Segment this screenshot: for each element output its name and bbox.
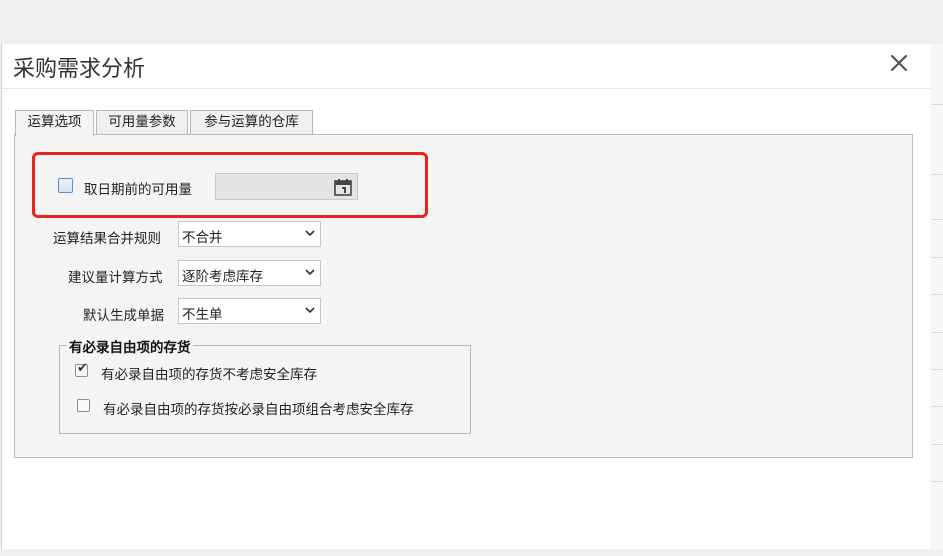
free-item-combo-safety-stock-checkbox[interactable] [77, 399, 90, 412]
background-top-bar [0, 0, 943, 44]
default-doc-label: 默认生成单据 [83, 308, 164, 324]
chevron-down-icon [305, 269, 315, 276]
merge-rule-value: 不合并 [182, 230, 223, 246]
tab-available-params[interactable]: 可用量参数 [96, 110, 188, 134]
tab-warehouses[interactable]: 参与运算的仓库 [190, 110, 313, 134]
free-item-no-safety-stock-label: 有必录自由项的存货不考虑安全库存 [101, 367, 317, 383]
date-input[interactable] [215, 173, 358, 200]
available-before-date-label: 取日期前的可用量 [84, 182, 192, 198]
purchase-demand-dialog: 采购需求分析 运算选项 可用量参数 参与运算的仓库 取日期前的可用量 运算结果合… [1, 44, 931, 549]
free-item-combo-safety-stock-label: 有必录自由项的存货按必录自由项组合考虑安全库存 [103, 402, 414, 418]
default-doc-value: 不生单 [182, 307, 223, 323]
close-icon [890, 54, 908, 72]
chevron-down-icon [305, 230, 315, 237]
free-item-groupbox [59, 345, 471, 434]
background-grid-strip [930, 44, 943, 549]
checkmark-icon: ✔ [77, 361, 88, 376]
tab-calc-options[interactable]: 运算选项 [15, 110, 94, 136]
title-divider [2, 88, 931, 89]
calc-method-value: 逐阶考虑库存 [182, 269, 263, 285]
calc-method-label: 建议量计算方式 [68, 270, 163, 286]
dialog-title: 采购需求分析 [13, 57, 146, 82]
background-bottom-bar [0, 549, 943, 556]
close-button[interactable] [886, 50, 912, 76]
merge-rule-select[interactable]: 不合并 [178, 221, 321, 247]
merge-rule-label: 运算结果合并规则 [53, 231, 161, 247]
free-item-group-legend: 有必录自由项的存货 [67, 336, 193, 356]
default-doc-select[interactable]: 不生单 [178, 298, 321, 324]
free-item-no-safety-stock-checkbox[interactable]: ✔ [75, 361, 88, 377]
available-before-date-checkbox[interactable] [58, 178, 73, 193]
options-panel: 取日期前的可用量 运算结果合并规则 不合并 建议量计算方式 逐阶考虑库存 默认生… [14, 134, 913, 458]
chevron-down-icon [305, 307, 315, 314]
calc-method-select[interactable]: 逐阶考虑库存 [178, 260, 321, 286]
calendar-icon[interactable] [334, 178, 352, 196]
